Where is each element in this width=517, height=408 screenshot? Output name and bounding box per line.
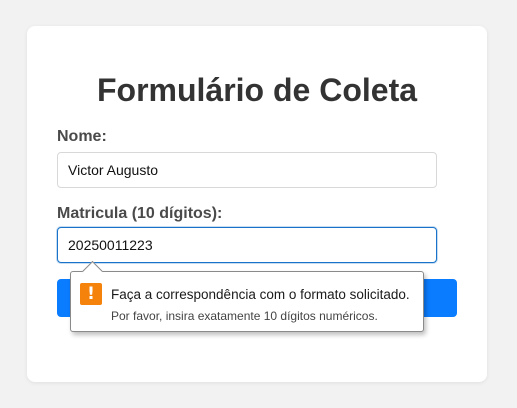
validation-message: Faça a correspondência com o formato sol…	[111, 287, 410, 302]
matricula-input[interactable]	[57, 227, 437, 263]
matricula-label: Matricula (10 dígitos):	[57, 205, 223, 222]
page-title: Formulário de Coleta	[96, 72, 418, 108]
name-input[interactable]	[57, 152, 437, 188]
validation-hint: Por favor, insira exatamente 10 dígitos …	[111, 309, 378, 323]
name-label: Nome:	[57, 128, 107, 145]
validation-tooltip: ! Faça a correspondência com o formato s…	[70, 260, 424, 332]
warning-icon: !	[80, 283, 102, 305]
